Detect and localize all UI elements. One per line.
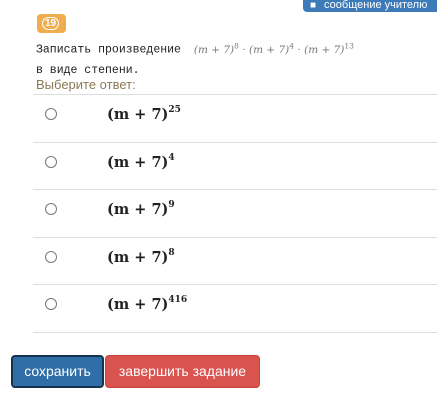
answer-formula: (m + 7)25 xyxy=(107,105,181,123)
answer-option[interactable]: (m + 7)8 xyxy=(33,238,437,285)
answer-option[interactable]: (m + 7)9 xyxy=(33,190,437,238)
question-number: 19 xyxy=(42,17,59,30)
expr-exp-2: 4 xyxy=(289,41,295,50)
answer-formula: (m + 7)4 xyxy=(107,152,175,171)
answer-radio[interactable] xyxy=(45,203,57,215)
multiply-dot: · xyxy=(297,43,301,56)
message-teacher-label: сообщение учителю xyxy=(324,0,428,11)
expr-base-3: (m + 7) xyxy=(304,43,345,56)
answer-radio[interactable] xyxy=(45,108,57,120)
answer-formula: (m + 7)416 xyxy=(107,295,188,313)
answer-formula: (m + 7)9 xyxy=(107,200,175,218)
answer-radio[interactable] xyxy=(45,250,57,263)
finish-task-button[interactable]: завершить задание xyxy=(105,355,260,388)
question-number-badge: 19 xyxy=(37,14,66,33)
answer-option[interactable]: (m + 7)4 xyxy=(33,143,437,190)
answer-radio[interactable] xyxy=(45,155,57,168)
chat-bubble-icon: ■ xyxy=(310,0,317,11)
expr-exp-1: 8 xyxy=(234,41,239,50)
expr-base-1: (m + 7) xyxy=(193,43,235,56)
save-button[interactable]: сохранить xyxy=(11,355,104,388)
answer-formula: (m + 7)8 xyxy=(107,247,175,266)
answer-prompt: Выберите ответ: xyxy=(36,77,136,92)
answer-option[interactable]: (m + 7)416 xyxy=(33,285,437,333)
message-teacher-button[interactable]: ■ сообщение учителю xyxy=(303,0,437,12)
expr-exp-3: 13 xyxy=(344,41,354,50)
question-expression: (m + 7)8 · (m + 7)4 · (m + 7)13 xyxy=(193,41,354,56)
expr-base-2: (m + 7) xyxy=(248,43,290,56)
answer-options: (m + 7)25 (m + 7)4 (m + 7)9 (m + 7)8 (m … xyxy=(33,94,437,333)
answer-radio[interactable] xyxy=(45,298,57,310)
answer-option[interactable]: (m + 7)25 xyxy=(33,95,437,143)
multiply-dot: · xyxy=(242,43,246,56)
question-text: Записать произведение (m + 7)8 · (m + 7)… xyxy=(36,36,354,81)
question-text-line1: Записать произведение xyxy=(36,43,181,57)
